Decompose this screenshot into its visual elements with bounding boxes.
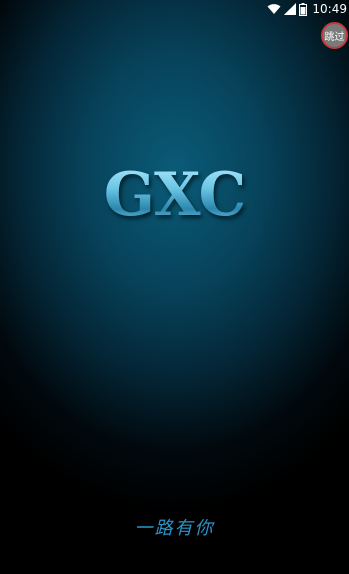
app-logo: GXC [0, 160, 349, 230]
slogan-text: 一路有你 [134, 518, 215, 539]
wifi-icon [267, 3, 281, 15]
skip-button[interactable]: 跳过 [321, 22, 348, 49]
signal-icon [284, 3, 297, 15]
status-bar: 10:49 [267, 0, 349, 18]
status-time: 10:49 [312, 2, 347, 16]
battery-icon [299, 2, 308, 16]
splash-screen: 10:49 跳过 GXC 一路有你 [0, 0, 349, 574]
